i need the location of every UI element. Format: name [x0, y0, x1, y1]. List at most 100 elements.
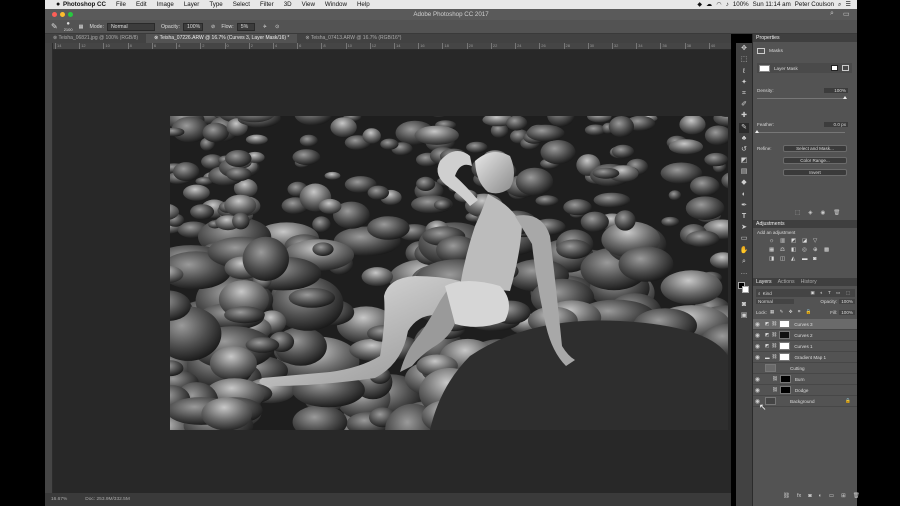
tab-document-3[interactable]: ⊗ Teisha_07413.ARW @ 16.7% (RGB/16*): [297, 34, 409, 43]
layer-thumbnail[interactable]: [765, 364, 776, 372]
black-white-icon[interactable]: ◧: [791, 247, 800, 253]
delete-mask-icon[interactable]: 🗑: [833, 210, 840, 216]
move-tool-icon[interactable]: ✥: [739, 44, 749, 54]
layer-thumbnail[interactable]: [765, 397, 776, 405]
apple-icon[interactable]: ●: [51, 1, 65, 8]
invert-adj-icon[interactable]: ◨: [769, 256, 778, 262]
ruler-left[interactable]: [45, 43, 53, 493]
menu-layer[interactable]: Layer: [179, 1, 204, 8]
visibility-eye-icon[interactable]: ◉: [753, 332, 762, 339]
shape-tool-icon[interactable]: ▭: [739, 234, 749, 244]
cloud-icon[interactable]: ☁: [706, 1, 712, 8]
density-slider-knob[interactable]: [843, 96, 847, 99]
search-icon[interactable]: ⌕: [830, 10, 834, 18]
link-layers-icon[interactable]: ⛓: [783, 493, 790, 499]
notification-icon[interactable]: ☰: [845, 1, 851, 8]
exposure-icon[interactable]: ◪: [802, 238, 811, 244]
visibility-eye-icon[interactable]: ◉: [753, 365, 762, 372]
hand-tool-icon[interactable]: ✋: [739, 246, 749, 256]
layer-row[interactable]: ◉ ⛓ Burn: [753, 374, 857, 385]
visibility-eye-icon[interactable]: ◉: [753, 321, 762, 328]
lasso-tool-icon[interactable]: ℓ: [739, 67, 749, 77]
color-range-button[interactable]: Color Range...: [783, 157, 847, 164]
menu-window[interactable]: Window: [320, 1, 352, 8]
color-swatches[interactable]: [738, 281, 750, 294]
menu-filter[interactable]: Filter: [255, 1, 279, 8]
airbrush-icon[interactable]: ✈: [263, 24, 267, 30]
filter-buttons[interactable]: ▣ ◐ T ▭ ⬚: [810, 290, 852, 296]
layer-thumbnail[interactable]: [779, 375, 791, 383]
crop-tool-icon[interactable]: ⌗: [739, 89, 749, 99]
layer-mask-thumbnail[interactable]: [779, 331, 791, 339]
layer-row[interactable]: ◉ ◩ ⛓ Curves 3: [753, 319, 857, 330]
menu-help[interactable]: Help: [352, 1, 375, 8]
layer-row[interactable]: ◉ ◩ ⛓ Curves 2: [753, 330, 857, 341]
spotlight-icon[interactable]: ⌕: [838, 1, 841, 9]
layer-name[interactable]: Curves 1: [794, 344, 812, 349]
delete-layer-icon[interactable]: 🗑: [853, 493, 860, 499]
stamp-tool-icon[interactable]: ♣: [739, 134, 749, 144]
marquee-tool-icon[interactable]: ⬚: [739, 55, 749, 65]
layer-mask-thumbnail[interactable]: [779, 342, 791, 350]
type-tool-icon[interactable]: T: [739, 212, 749, 222]
gradient-map-icon[interactable]: ▬: [802, 256, 811, 262]
visibility-eye-icon[interactable]: ◉: [753, 376, 762, 383]
user-label[interactable]: Peter Coulson: [795, 1, 834, 8]
visibility-eye-icon[interactable]: ◉: [753, 354, 762, 361]
photo-filter-icon[interactable]: ◎: [802, 247, 811, 253]
density-slider[interactable]: [757, 96, 847, 99]
eraser-tool-icon[interactable]: ◩: [739, 156, 749, 166]
color-balance-icon[interactable]: ⚖: [780, 247, 789, 253]
levels-icon[interactable]: ▥: [780, 238, 789, 244]
threshold-icon[interactable]: ◭: [791, 256, 800, 262]
vector-mask-icon[interactable]: [842, 65, 849, 71]
layer-filter-kind[interactable]: Kind: [763, 291, 772, 296]
gradient-tool-icon[interactable]: ▤: [739, 167, 749, 177]
new-adjustment-icon[interactable]: ◐: [819, 493, 822, 499]
layer-name[interactable]: Curves 3: [794, 322, 812, 327]
layer-name[interactable]: Curves 2: [794, 333, 812, 338]
brush-tool-icon[interactable]: ✎: [51, 22, 58, 31]
brightness-icon[interactable]: ☼: [769, 238, 778, 244]
density-value[interactable]: 100%: [824, 88, 848, 93]
select-and-mask-button[interactable]: Select and Mask...: [783, 145, 847, 152]
apply-mask-icon[interactable]: ◈: [808, 210, 812, 216]
zoom-level[interactable]: 16.67%: [51, 497, 67, 502]
vibrance-icon[interactable]: ▽: [813, 238, 822, 244]
fill-input[interactable]: 100%: [839, 309, 855, 315]
visibility-eye-icon[interactable]: ◉: [753, 343, 762, 350]
brush-preset-picker[interactable]: ● 2100: [64, 21, 73, 32]
background-color-swatch[interactable]: [742, 285, 749, 293]
tab-actions[interactable]: Actions: [778, 278, 795, 286]
layer-row[interactable]: ◉ Cutting: [753, 363, 857, 374]
doc-size[interactable]: Doc: 253.9M/332.5M: [85, 497, 130, 502]
new-layer-icon[interactable]: ⊞: [841, 493, 846, 499]
workspace-icon[interactable]: ▭: [843, 10, 850, 18]
properties-title[interactable]: Properties: [756, 34, 780, 42]
layer-name[interactable]: Gradient Map 1: [794, 355, 826, 360]
layer-opacity-input[interactable]: 100%: [839, 299, 855, 304]
feather-value[interactable]: 0.0 px: [824, 122, 848, 127]
flow-input[interactable]: 5%: [236, 22, 255, 31]
menu-3d[interactable]: 3D: [279, 1, 297, 8]
brush-panel-icon[interactable]: ▦: [79, 24, 84, 30]
wifi-icon[interactable]: ◠: [716, 1, 721, 8]
screen-mode-icon[interactable]: ▣: [739, 311, 749, 321]
more-tools-icon[interactable]: …: [739, 268, 749, 278]
selective-color-icon[interactable]: ◙: [813, 256, 822, 262]
history-brush-tool-icon[interactable]: ↺: [739, 145, 749, 155]
quick-select-tool-icon[interactable]: ✦: [739, 78, 749, 88]
pressure-size-icon[interactable]: ⊙: [275, 24, 279, 30]
layer-thumbnail[interactable]: [779, 386, 791, 394]
layer-name[interactable]: Cutting: [790, 366, 805, 371]
quick-mask-icon[interactable]: ◙: [739, 300, 749, 310]
layer-mask-thumbnail[interactable]: [779, 353, 791, 361]
zoom-window-button[interactable]: [68, 12, 73, 17]
hue-saturation-icon[interactable]: ▦: [769, 247, 778, 253]
color-lookup-icon[interactable]: ▩: [824, 247, 833, 253]
battery-label[interactable]: 100%: [733, 1, 749, 8]
new-group-icon[interactable]: ▭: [829, 493, 834, 499]
ruler-top[interactable]: 14 12 10 8 6 4 2 0 2 4 6 8 10 12 14 16 18 20 22 24 26 28 30 32 3…: [53, 43, 731, 50]
layer-name[interactable]: Background: [790, 399, 815, 404]
menu-type[interactable]: Type: [204, 1, 227, 8]
